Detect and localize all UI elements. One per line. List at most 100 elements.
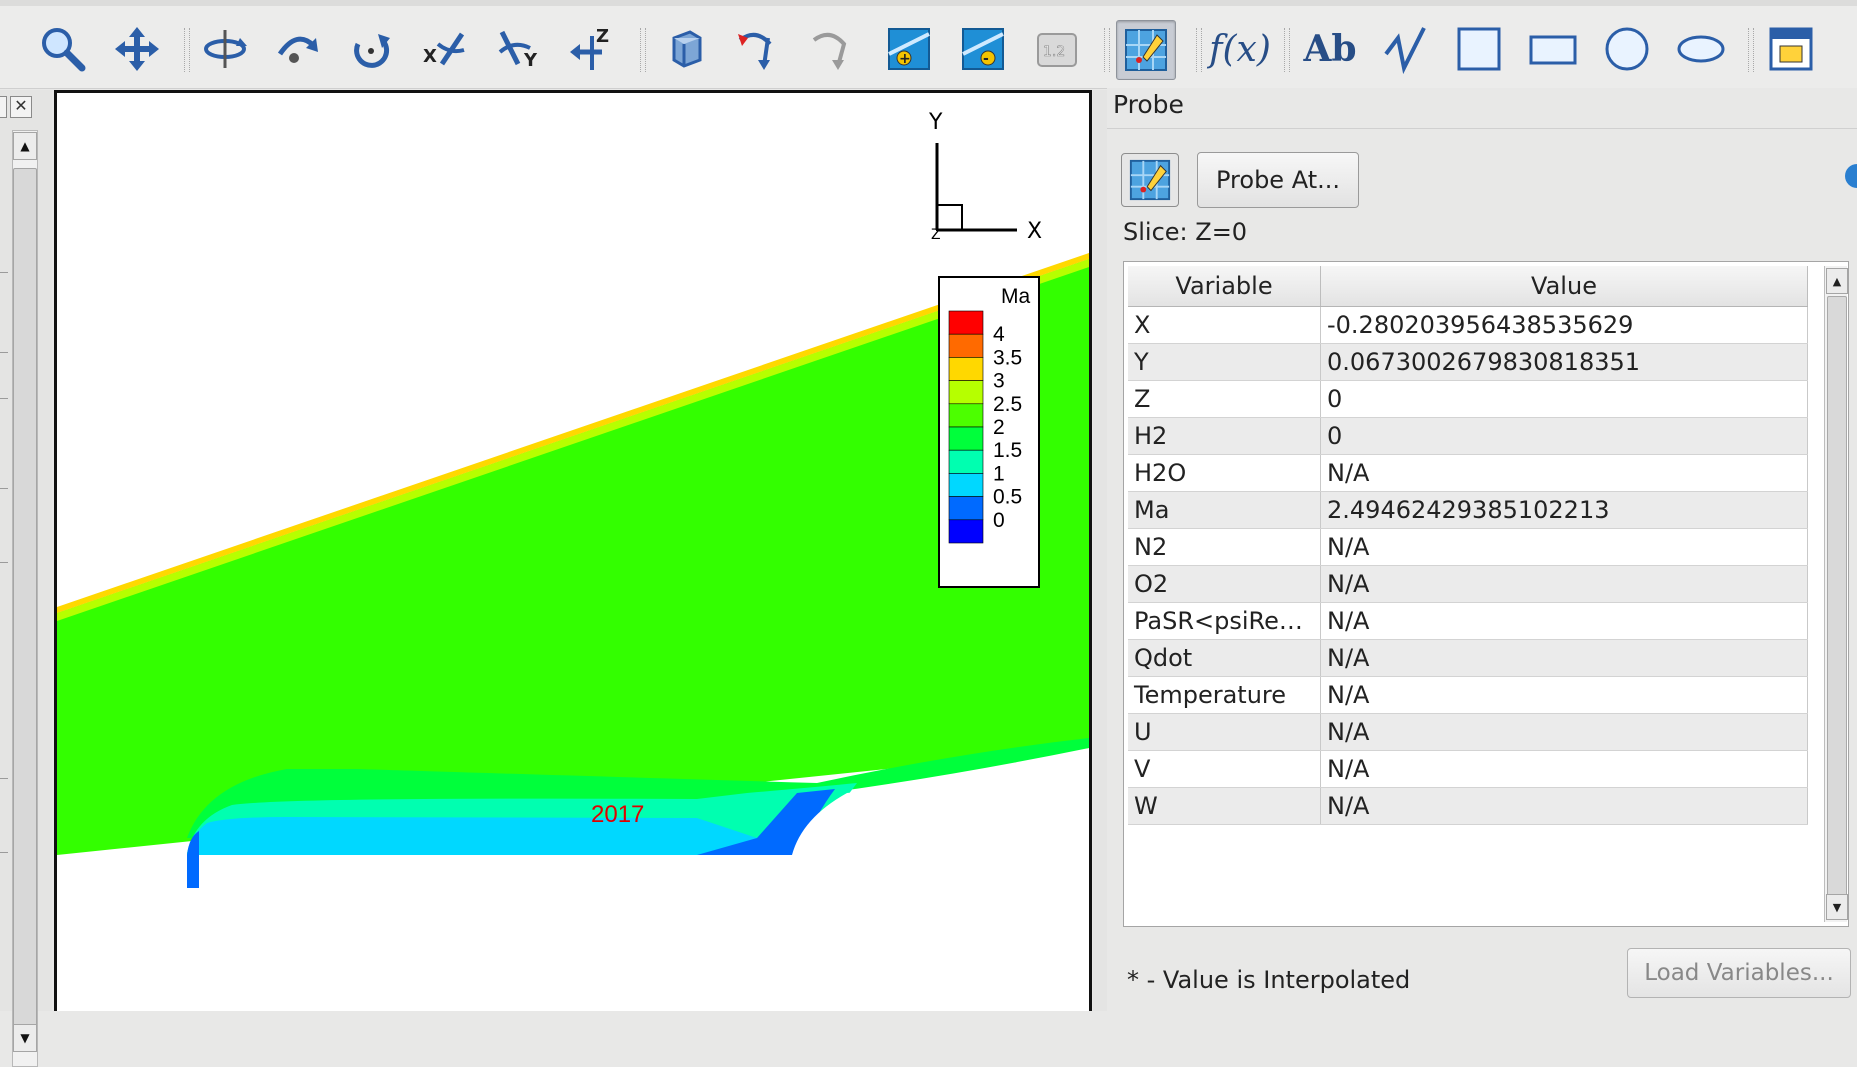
panel-divider bbox=[0, 778, 8, 779]
table-row[interactable]: H2 0 bbox=[1128, 417, 1808, 455]
legend-swatch bbox=[948, 333, 984, 358]
table-row[interactable]: U N/A bbox=[1128, 713, 1808, 751]
value-cell: N/A bbox=[1320, 454, 1808, 492]
3d-box-icon[interactable] bbox=[656, 20, 714, 78]
probe-icon[interactable] bbox=[1116, 20, 1176, 80]
table-row[interactable]: X -0.280203956438535629 bbox=[1128, 306, 1808, 344]
circle-icon[interactable] bbox=[1598, 20, 1656, 78]
table-row[interactable]: N2 N/A bbox=[1128, 528, 1808, 566]
panel-divider bbox=[0, 352, 8, 353]
table-row[interactable]: Qdot N/A bbox=[1128, 639, 1808, 677]
polyline-icon[interactable] bbox=[1376, 20, 1434, 78]
legend-level-label: 3.5 bbox=[993, 346, 1022, 369]
rotate-spherical-icon[interactable] bbox=[196, 20, 254, 78]
table-row[interactable]: PaSR<psiReact... N/A bbox=[1128, 602, 1808, 640]
frame-icon[interactable] bbox=[1762, 20, 1820, 78]
probe-results-table[interactable]: Variable Value X -0.280203956438535629 Y 0.… bbox=[1123, 261, 1849, 927]
triad-x-label: X bbox=[1027, 219, 1042, 244]
triad-z-box bbox=[936, 204, 963, 231]
variable-cell: H2O bbox=[1128, 454, 1321, 492]
table-row[interactable]: Ma 2.49462429385102213 bbox=[1128, 491, 1808, 529]
legend-level-label: 3 bbox=[993, 370, 1005, 393]
legend[interactable]: Ma 43.532.521.510.50 bbox=[938, 276, 1040, 588]
variable-cell: Temperature bbox=[1128, 676, 1321, 714]
toolbar-separator bbox=[1196, 28, 1202, 72]
text-icon[interactable]: Ab bbox=[1298, 20, 1362, 78]
slice-remove-icon[interactable]: - bbox=[954, 20, 1012, 78]
panel-close-button[interactable]: ✕ bbox=[10, 96, 32, 118]
rotate-rollerball-icon[interactable] bbox=[268, 20, 326, 78]
panel-float-button[interactable] bbox=[0, 96, 7, 118]
legend-level-label: 2 bbox=[993, 416, 1005, 439]
column-header-variable[interactable]: Variable bbox=[1128, 266, 1321, 307]
scroll-down-arrow-icon[interactable]: ▼ bbox=[13, 1024, 37, 1052]
table-row[interactable]: Z0 bbox=[1128, 380, 1808, 418]
value-cell: N/A bbox=[1320, 565, 1808, 603]
table-row[interactable]: O2 N/A bbox=[1128, 565, 1808, 603]
probe-at-button[interactable]: Probe At... bbox=[1197, 152, 1359, 208]
value-cell: 0 bbox=[1320, 380, 1808, 418]
rotate-twist-icon[interactable] bbox=[342, 20, 400, 78]
contour-probe-icon[interactable] bbox=[730, 20, 788, 78]
help-icon[interactable] bbox=[1845, 164, 1857, 188]
scroll-up-arrow-icon[interactable]: ▲ bbox=[1826, 268, 1848, 294]
value-cell: N/A bbox=[1320, 602, 1808, 640]
panel-splitter[interactable] bbox=[1093, 90, 1107, 1011]
column-header-value[interactable]: Value bbox=[1320, 266, 1808, 307]
toolbar-separator bbox=[1748, 28, 1754, 72]
rotate-x-icon[interactable]: X bbox=[416, 20, 474, 78]
scroll-thumb[interactable] bbox=[1827, 296, 1847, 898]
variable-cell: O2 bbox=[1128, 565, 1321, 603]
fx-text-icon[interactable]: f(x) bbox=[1208, 20, 1272, 78]
scroll-up-arrow-icon[interactable]: ▲ bbox=[13, 132, 37, 160]
zoom-icon[interactable] bbox=[34, 20, 92, 78]
load-variables-button[interactable]: Load Variables... bbox=[1627, 948, 1851, 998]
toolbar-separator bbox=[1284, 28, 1290, 72]
scroll-down-arrow-icon[interactable]: ▼ bbox=[1826, 894, 1848, 920]
year-annotation[interactable]: 2017 bbox=[591, 801, 644, 828]
contour-plot[interactable]: Y X Z Ma 43.532.521.510.50 2017 bbox=[57, 93, 1089, 1011]
table-row[interactable]: Temperature N/A bbox=[1128, 676, 1808, 714]
boundary-layer-low bbox=[187, 817, 757, 855]
table-row[interactable]: Y 0.0673002679830818351 bbox=[1128, 343, 1808, 381]
legend-swatch bbox=[948, 496, 984, 521]
legend-swatch bbox=[948, 449, 984, 474]
table-row[interactable]: V N/A bbox=[1128, 750, 1808, 788]
value-cell: 2.49462429385102213 bbox=[1320, 491, 1808, 529]
probe-icon bbox=[1129, 159, 1171, 201]
triad-y-label: Y bbox=[928, 110, 943, 135]
legend-level-label: 0 bbox=[993, 509, 1005, 532]
left-side-panel: ✕ ▲ ▼ bbox=[0, 90, 52, 1067]
legend-level-label: 4 bbox=[993, 323, 1005, 346]
variable-cell: Y bbox=[1128, 343, 1321, 381]
variable-cell: U bbox=[1128, 713, 1321, 751]
translate-icon[interactable] bbox=[108, 20, 166, 78]
scroll-thumb[interactable] bbox=[13, 168, 37, 1040]
left-panel-scrollbar[interactable]: ▲ ▼ bbox=[12, 130, 38, 1067]
slice-add-icon[interactable]: + bbox=[880, 20, 938, 78]
panel-divider bbox=[0, 488, 8, 489]
rotate-z-icon[interactable]: Z bbox=[564, 20, 622, 78]
table-row[interactable]: W N/A bbox=[1128, 787, 1808, 825]
legend-swatch bbox=[948, 310, 984, 335]
streamtrace-icon[interactable] bbox=[804, 20, 862, 78]
probe-mode-button[interactable] bbox=[1121, 153, 1179, 207]
square-icon[interactable] bbox=[1450, 20, 1508, 78]
legend-swatch bbox=[948, 473, 984, 497]
rotate-y-icon[interactable]: Y bbox=[490, 20, 548, 78]
numbered-tool-icon[interactable]: 1.2 bbox=[1028, 20, 1086, 78]
plot-frame[interactable]: Y X Z Ma 4 3.5 3 2.5 2 1.5 1 0.5 0 2017 bbox=[54, 90, 1092, 1011]
table-row[interactable]: H2O N/A bbox=[1128, 454, 1808, 492]
ellipse-icon[interactable] bbox=[1672, 20, 1730, 78]
legend-level-label: 2.5 bbox=[993, 393, 1022, 416]
variable-cell: V bbox=[1128, 750, 1321, 788]
rectangle-icon[interactable] bbox=[1524, 20, 1582, 78]
slice-label: Slice: Z=0 bbox=[1123, 218, 1248, 246]
toolbar-separator bbox=[184, 28, 190, 72]
variable-cell: N2 bbox=[1128, 528, 1321, 566]
legend-swatch bbox=[948, 519, 984, 544]
interpolation-note: * - Value is Interpolated bbox=[1127, 966, 1411, 994]
value-cell: N/A bbox=[1320, 639, 1808, 677]
close-icon: ✕ bbox=[14, 96, 28, 115]
table-scrollbar[interactable]: ▲ ▼ bbox=[1824, 266, 1848, 922]
